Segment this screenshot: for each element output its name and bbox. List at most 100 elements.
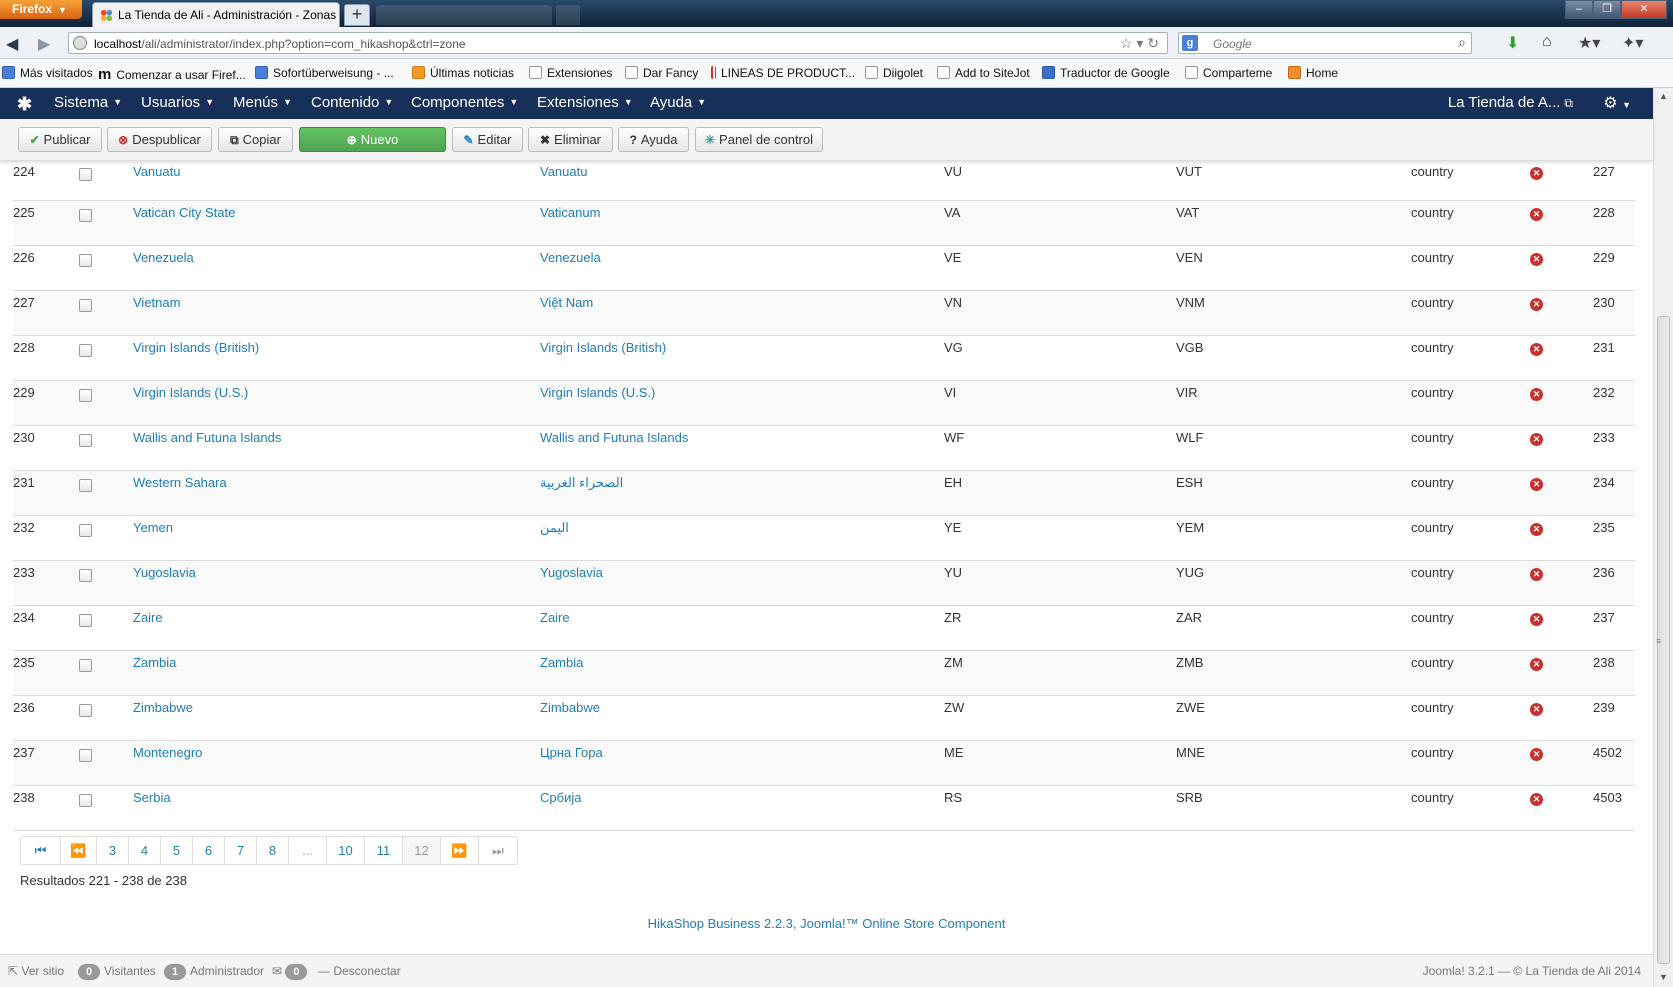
background-tab[interactable] [556, 5, 580, 25]
copy-button[interactable]: ⧉ Copiar [218, 127, 293, 152]
publish-button[interactable]: ✔ Publicar [18, 127, 102, 152]
page-link[interactable]: 5 [161, 837, 193, 864]
zone-english-name-link[interactable]: Virgin Islands (British) [540, 340, 666, 355]
bookmark-item[interactable]: LINEAS DE PRODUCT... [711, 66, 855, 80]
unpublished-x-icon[interactable]: ✕ [1530, 522, 1543, 536]
first-page-icon[interactable]: ⏮ [21, 837, 61, 864]
row-checkbox[interactable] [79, 478, 92, 492]
bookmark-item[interactable]: Add to SiteJot [937, 66, 1030, 80]
row-checkbox[interactable] [79, 568, 92, 582]
zone-english-name-link[interactable]: الصحراء الغربية [540, 475, 623, 490]
download-icon[interactable]: ⬇ [1506, 33, 1519, 53]
firefox-menu-button[interactable]: Firefox ▼ [0, 0, 82, 19]
bookmark-item[interactable]: m Comenzar a usar Firef... [98, 66, 246, 83]
bookmarks-menu-icon[interactable]: ★▾ [1578, 33, 1600, 53]
unpublished-x-icon[interactable]: ✕ [1530, 252, 1543, 266]
unpublished-x-icon[interactable]: ✕ [1530, 167, 1543, 180]
scroll-up-icon[interactable]: ▲ [1659, 91, 1668, 101]
unpublished-x-icon[interactable]: ✕ [1530, 387, 1543, 401]
zone-name-link[interactable]: Montenegro [133, 745, 202, 760]
zone-name-link[interactable]: Western Sahara [133, 475, 227, 490]
zone-english-name-link[interactable]: اليمن [540, 520, 569, 535]
zone-name-link[interactable]: Vietnam [133, 295, 180, 310]
zone-english-name-link[interactable]: Vaticanum [540, 205, 600, 220]
row-checkbox[interactable] [79, 748, 92, 762]
zone-name-link[interactable]: Zaire [133, 610, 163, 625]
page-link[interactable]: 11 [365, 837, 403, 864]
site-link[interactable]: La Tienda de A... ⧉ [1448, 94, 1573, 111]
unpublished-x-icon[interactable]: ✕ [1530, 297, 1543, 311]
zone-english-name-link[interactable]: Wallis and Futuna Islands [540, 430, 688, 445]
tab-active[interactable]: La Tienda de Ali - Administración - Zona… [92, 2, 340, 27]
search-bar[interactable]: g Google ⌕ [1178, 32, 1472, 54]
view-site-link[interactable]: ⇱ Ver sitio [8, 964, 64, 978]
zone-name-link[interactable]: Yugoslavia [133, 565, 196, 580]
unpublished-x-icon[interactable]: ✕ [1530, 567, 1543, 581]
zone-english-name-link[interactable]: Yugoslavia [540, 565, 603, 580]
joomla-logo-icon[interactable]: ✱ [17, 94, 32, 115]
bookmark-star-icon[interactable]: ☆ ▾ ↻ [1120, 35, 1159, 52]
close-icon[interactable]: ✕ [1621, 0, 1667, 19]
page-link[interactable]: 8 [257, 837, 289, 864]
row-checkbox[interactable] [79, 658, 92, 672]
bookmark-item[interactable]: Sofortüberweisung - ... [255, 66, 394, 80]
zone-english-name-link[interactable]: Venezuela [540, 250, 601, 265]
zone-name-link[interactable]: Virgin Islands (British) [133, 340, 259, 355]
new-tab-button[interactable]: + [344, 4, 370, 26]
logout-link[interactable]: — Desconectar [318, 964, 401, 978]
zone-name-link[interactable]: Zambia [133, 655, 176, 670]
bookmark-item[interactable]: Home [1288, 66, 1338, 80]
zone-english-name-link[interactable]: Zimbabwe [540, 700, 600, 715]
zone-name-link[interactable]: Yemen [133, 520, 173, 535]
new-button[interactable]: ⊕ Nuevo [299, 127, 446, 152]
row-checkbox[interactable] [79, 613, 92, 627]
zone-english-name-link[interactable]: Zaire [540, 610, 570, 625]
zone-name-link[interactable]: Wallis and Futuna Islands [133, 430, 281, 445]
row-checkbox[interactable] [79, 793, 92, 807]
edit-button[interactable]: ✎ Editar [452, 127, 523, 152]
row-checkbox[interactable] [79, 523, 92, 537]
help-button[interactable]: ? Ayuda [618, 127, 689, 152]
search-icon[interactable]: ⌕ [1458, 34, 1466, 51]
search-input[interactable]: Google [1213, 37, 1252, 51]
zone-name-link[interactable]: Serbia [133, 790, 171, 805]
bookmark-item[interactable]: Más visitados [2, 66, 93, 80]
forward-arrow-icon[interactable]: ▶ [38, 34, 50, 54]
menu-sistema[interactable]: Sistema ▼ [54, 94, 122, 111]
bookmark-item[interactable]: Diigolet [865, 66, 923, 80]
zone-english-name-link[interactable]: Црна Гора [540, 745, 603, 760]
delete-button[interactable]: ✖ Eliminar [528, 127, 613, 152]
unpublished-x-icon[interactable]: ✕ [1530, 432, 1543, 446]
row-checkbox[interactable] [79, 388, 92, 402]
unpublished-x-icon[interactable]: ✕ [1530, 747, 1543, 761]
page-scrollbar[interactable]: ▲ ≡ ▼ [1653, 88, 1673, 987]
unpublished-x-icon[interactable]: ✕ [1530, 342, 1543, 356]
background-tab[interactable] [376, 5, 552, 25]
zone-english-name-link[interactable]: Србија [540, 790, 581, 805]
zone-name-link[interactable]: Virgin Islands (U.S.) [133, 385, 248, 400]
page-link[interactable]: 7 [225, 837, 257, 864]
row-checkbox[interactable] [79, 433, 92, 447]
back-arrow-icon[interactable]: ◀ [6, 34, 18, 54]
zone-english-name-link[interactable]: Zambia [540, 655, 583, 670]
menu-ayuda[interactable]: Ayuda ▼ [650, 94, 706, 111]
page-link[interactable]: 10 [327, 837, 365, 864]
messages-indicator[interactable]: ✉ 0 [272, 964, 311, 980]
url-bar[interactable]: localhost/ali/administrator/index.php?op… [68, 32, 1168, 54]
hikashop-footer-link[interactable]: HikaShop Business 2.2.3, Joomla!™ Online… [0, 916, 1653, 931]
bookmark-item[interactable]: Traductor de Google [1042, 66, 1170, 80]
bookmark-item[interactable]: Extensiones [529, 66, 612, 80]
page-link[interactable]: 3 [97, 837, 129, 864]
control-panel-button[interactable]: ✳ Panel de control [695, 127, 823, 152]
unpublished-x-icon[interactable]: ✕ [1530, 792, 1543, 806]
unpublished-x-icon[interactable]: ✕ [1530, 612, 1543, 626]
zone-english-name-link[interactable]: Vanuatu [540, 164, 587, 179]
minimize-icon[interactable]: – [1565, 0, 1593, 19]
row-checkbox[interactable] [79, 208, 92, 222]
row-checkbox[interactable] [79, 298, 92, 312]
menu-componentes[interactable]: Componentes ▼ [411, 94, 518, 111]
zone-name-link[interactable]: Vatican City State [133, 205, 235, 220]
unpublished-x-icon[interactable]: ✕ [1530, 657, 1543, 671]
row-checkbox[interactable] [79, 253, 92, 267]
bookmark-item[interactable]: Últimas noticias [412, 66, 514, 80]
